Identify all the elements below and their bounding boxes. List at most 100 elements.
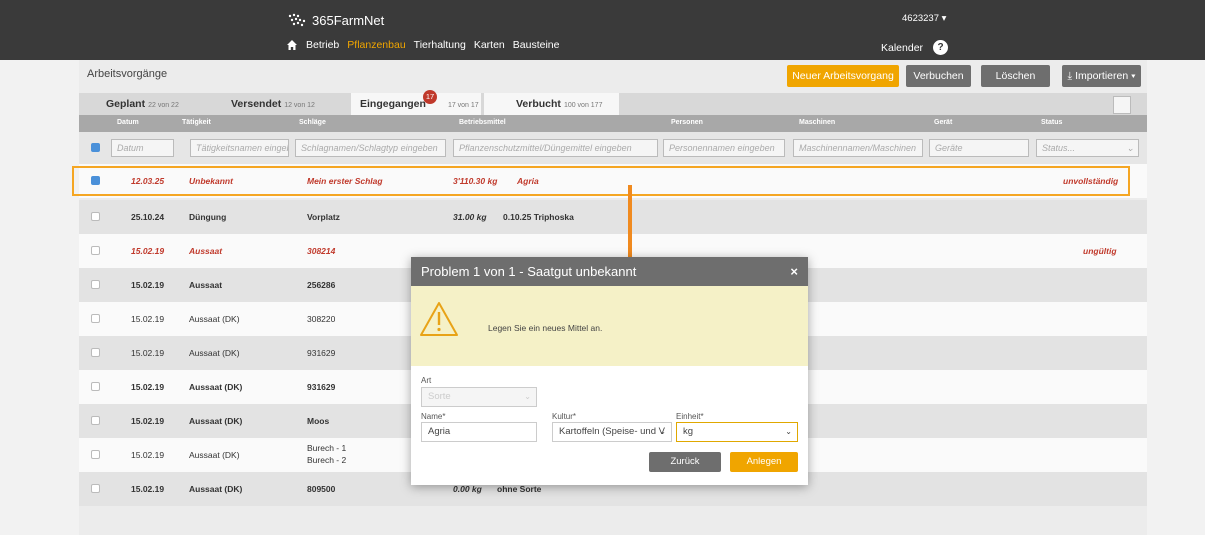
row-activity: Aussaat (DK) — [189, 484, 243, 494]
row-field: Burech - 1 — [307, 443, 347, 453]
back-button[interactable]: Zurück — [649, 452, 721, 472]
dialog-title: Problem 1 von 1 - Saatgut unbekannt — [421, 264, 637, 279]
delete-button[interactable]: Löschen — [981, 65, 1050, 87]
row-activity: Aussaat (DK) — [189, 314, 240, 324]
filter-row: Datum Tätigkeitsnamen eingeb Schlagnamen… — [79, 132, 1147, 164]
row-field: 931629 — [307, 348, 336, 358]
import-label: Importieren ▾ — [1075, 70, 1136, 82]
close-icon[interactable]: × — [790, 257, 798, 286]
row-field-2: Burech - 2 — [307, 455, 347, 465]
warning-panel: Legen Sie ein neues Mittel an. — [411, 286, 808, 366]
row-checkbox[interactable] — [91, 280, 100, 289]
home-icon[interactable] — [286, 39, 298, 51]
nav-karten[interactable]: Karten — [474, 39, 505, 51]
chevron-down-icon: ⌄ — [524, 392, 531, 401]
account-menu[interactable]: 4623237 ▾ — [902, 13, 946, 24]
tab-verbucht-label: Verbucht — [516, 98, 561, 110]
tab-eingegangen[interactable]: Eingegangen 17 von 17 — [351, 93, 481, 115]
filter-maschinen[interactable]: Maschinennamen/Maschinen — [793, 139, 923, 157]
tab-verbucht[interactable]: Verbucht 100 von 177 — [484, 93, 619, 115]
row-checkbox[interactable] — [91, 416, 100, 425]
nav-bausteine[interactable]: Bausteine — [513, 39, 560, 51]
problem-dialog: Problem 1 von 1 - Saatgut unbekannt × Le… — [411, 257, 808, 485]
warning-message: Legen Sie ein neues Mittel an. — [488, 323, 603, 333]
calendar-link[interactable]: Kalender — [881, 42, 923, 54]
filter-schlaege[interactable]: Schlagnamen/Schlagtyp eingeben — [295, 139, 446, 157]
verbuchen-button[interactable]: Verbuchen — [906, 65, 971, 87]
col-maschinen[interactable]: Maschinen — [799, 119, 835, 126]
row-date: 15.02.19 — [131, 246, 165, 256]
col-personen[interactable]: Personen — [671, 119, 703, 126]
nav-pflanzenbau[interactable]: Pflanzenbau — [347, 39, 405, 51]
row-field: Moos — [307, 416, 330, 426]
einheit-select[interactable]: kg ⌄ — [676, 422, 798, 442]
row-checkbox[interactable] — [91, 314, 100, 323]
name-field[interactable]: Agria — [421, 422, 537, 442]
row-activity: Aussaat (DK) — [189, 416, 243, 426]
row-date: 15.02.19 — [131, 314, 165, 324]
main-nav: Betrieb Pflanzenbau Tierhaltung Karten B… — [286, 39, 559, 51]
row-checkbox[interactable] — [91, 246, 100, 255]
filter-taetigkeit[interactable]: Tätigkeitsnamen eingeb — [190, 139, 289, 157]
name-label: Name* — [421, 412, 446, 421]
tab-versendet[interactable]: Versendet 12 von 12 — [231, 93, 315, 115]
col-betriebsmittel[interactable]: Betriebsmittel — [459, 119, 506, 126]
row-date: 15.02.19 — [131, 280, 165, 290]
row-checkbox[interactable] — [91, 212, 100, 221]
row-checkbox[interactable] — [91, 382, 100, 391]
row-checkbox[interactable] — [91, 484, 100, 493]
table-header: Datum Tätigkeit Schläge Betriebsmittel P… — [79, 115, 1147, 132]
tab-geplant[interactable]: Geplant 22 von 22 — [106, 93, 179, 115]
row-activity: Aussaat — [189, 280, 223, 290]
breadcrumb: Arbeitsvorgänge — [87, 68, 168, 80]
row-field: 931629 — [307, 382, 336, 392]
row-mittel: ohne Sorte — [497, 484, 542, 494]
filter-geraet[interactable]: Geräte — [929, 139, 1029, 157]
brand-logo[interactable]: 365FarmNet — [286, 12, 384, 28]
filter-betriebsmittel[interactable]: Pflanzenschutzmittel/Düngemittel eingebe… — [453, 139, 658, 157]
select-all-checkbox[interactable] — [91, 143, 100, 152]
row-activity: Aussaat (DK) — [189, 382, 243, 392]
nav-betrieb[interactable]: Betrieb — [306, 39, 339, 51]
table-row[interactable]: 25.10.24 Düngung Vorplatz 31.00 kg 0.10.… — [79, 200, 1147, 234]
tab-eingegangen-label: Eingegangen — [360, 98, 426, 110]
calendar-area: Kalender ? — [881, 40, 949, 55]
chevron-down-icon: ⌄ — [785, 427, 792, 436]
create-button[interactable]: Anlegen — [730, 452, 798, 472]
kultur-select[interactable]: Kartoffeln (Speise- und V ⌄ — [552, 422, 672, 442]
row-checkbox[interactable] — [91, 348, 100, 357]
col-status[interactable]: Status — [1041, 119, 1062, 126]
filter-status[interactable]: Status... ⌄ — [1036, 139, 1139, 157]
col-datum[interactable]: Datum — [117, 119, 139, 126]
row-highlight-frame — [72, 166, 1130, 196]
col-taetigkeit[interactable]: Tätigkeit — [182, 119, 211, 126]
tab-verbucht-count: 100 von 177 — [563, 102, 603, 109]
tab-geplant-count: 22 von 22 — [148, 102, 179, 109]
col-schlaege[interactable]: Schläge — [299, 119, 326, 126]
farm-logo-icon — [288, 13, 306, 27]
import-button[interactable]: ⤓ Importieren ▾ — [1062, 65, 1141, 87]
pdf-export-icon[interactable] — [1113, 96, 1131, 114]
download-icon: ⤓ — [1067, 70, 1073, 82]
chevron-down-icon: ⌄ — [1126, 143, 1134, 153]
row-checkbox[interactable] — [91, 450, 100, 459]
dialog-header: Problem 1 von 1 - Saatgut unbekannt × — [411, 257, 808, 286]
art-label: Art — [421, 376, 432, 385]
top-bar: 365FarmNet Betrieb Pflanzenbau Tierhaltu… — [0, 0, 1205, 60]
col-geraet[interactable]: Gerät — [934, 119, 952, 126]
filter-personen[interactable]: Personennamen eingeben — [663, 139, 785, 157]
row-activity: Aussaat (DK) — [189, 348, 240, 358]
art-select: Sorte ⌄ — [421, 387, 537, 407]
row-field: Vorplatz — [307, 212, 340, 222]
nav-tierhaltung[interactable]: Tierhaltung — [414, 39, 466, 51]
filter-status-value: Status... — [1042, 143, 1076, 153]
status-tabs: Geplant 22 von 22 Versendet 12 von 12 Eing… — [79, 90, 1147, 115]
incoming-count-badge: 17 — [423, 90, 437, 104]
filter-datum[interactable]: Datum — [111, 139, 174, 157]
tab-eingegangen-count: 17 von 17 — [447, 102, 479, 109]
row-qty: 0.00 kg — [453, 484, 482, 494]
row-date: 15.02.19 — [131, 382, 165, 392]
help-icon[interactable]: ? — [933, 40, 949, 55]
row-activity: Aussaat — [189, 246, 223, 256]
new-operation-button[interactable]: Neuer Arbeitsvorgang — [787, 65, 899, 87]
